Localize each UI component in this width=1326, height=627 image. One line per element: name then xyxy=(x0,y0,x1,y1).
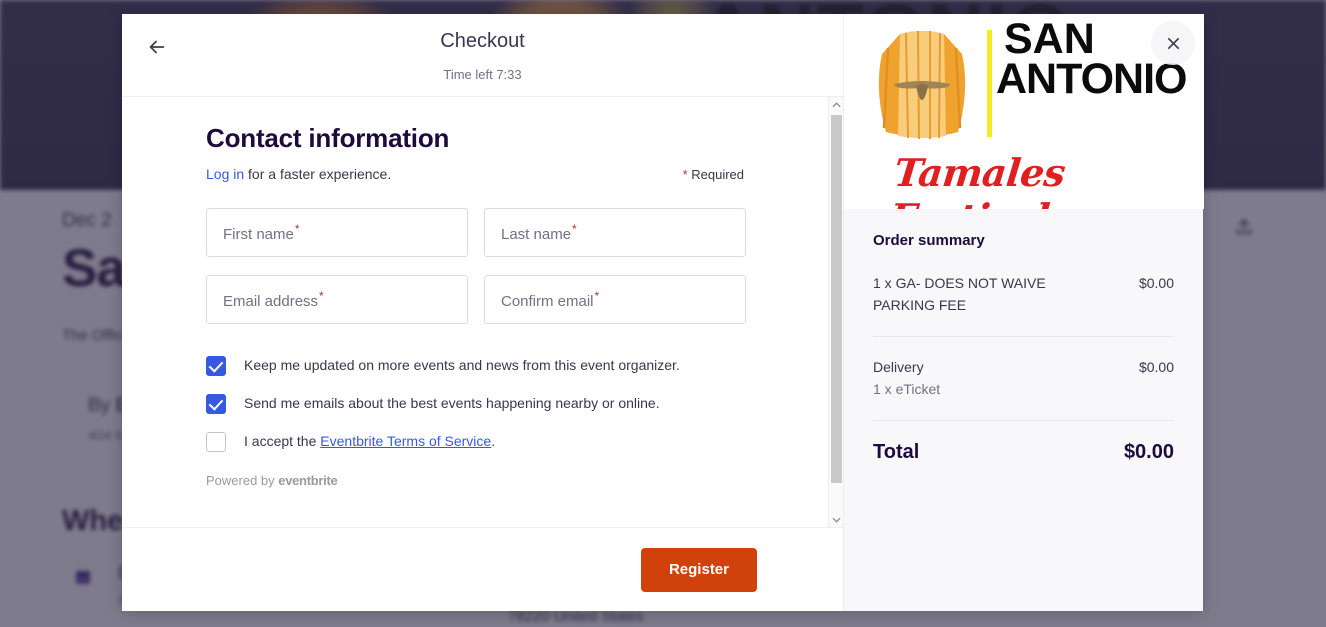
accept-terms-suffix: . xyxy=(491,433,495,449)
email-address-label: Email address* xyxy=(223,289,324,310)
confirm-email-input[interactable]: Confirm email* xyxy=(484,275,746,324)
first-name-input[interactable]: First name* xyxy=(206,208,468,257)
eventbrite-wordmark: eventbrite xyxy=(278,473,337,488)
send-me-emails-label: Send me emails about the best events hap… xyxy=(244,393,660,413)
delivery-line-price: $0.00 xyxy=(1139,356,1174,378)
order-summary: Order summary 1 x GA- DOES NOT WAIVE PAR… xyxy=(844,209,1203,464)
close-modal-button[interactable] xyxy=(1151,21,1195,65)
modal-header: Checkout Time left 7:33 xyxy=(122,14,843,97)
order-summary-ticket-row: 1 x GA- DOES NOT WAIVE PARKING FEE $0.00 xyxy=(873,272,1174,337)
scrollbar-up-arrow[interactable] xyxy=(829,97,844,112)
checkbox-row-send-me-emails: Send me emails about the best events hap… xyxy=(206,393,744,414)
email-address-input[interactable]: Email address* xyxy=(206,275,468,324)
keep-me-updated-label: Keep me updated on more events and news … xyxy=(244,355,680,375)
page-root: ANTONIO Dec 2 Sa The Officia By El 404 f… xyxy=(0,0,1326,627)
log-in-link[interactable]: Log in xyxy=(206,166,244,182)
total-value: $0.00 xyxy=(1124,441,1174,464)
terms-of-service-link[interactable]: Eventbrite Terms of Service xyxy=(320,433,491,449)
checkout-modal: Checkout Time left 7:33 Contact informat… xyxy=(122,14,1203,611)
accept-terms-checkbox[interactable] xyxy=(206,432,226,452)
keep-me-updated-checkbox[interactable] xyxy=(206,356,226,376)
last-name-label: Last name* xyxy=(501,222,577,243)
delivery-line-label: Delivery xyxy=(873,356,924,378)
accept-terms-label: I accept the Eventbrite Terms of Service… xyxy=(244,431,495,451)
delivery-line-sublabel: 1 x eTicket xyxy=(873,378,940,400)
contact-fields-grid: First name* Last name* Email address* Co… xyxy=(206,208,744,324)
register-button[interactable]: Register xyxy=(641,548,757,592)
order-summary-pane: SAN ANTONIO Tamales Festival Order summa… xyxy=(843,14,1203,611)
modal-title: Checkout xyxy=(122,30,843,53)
section-title-contact-information: Contact information xyxy=(206,123,744,154)
send-me-emails-checkbox[interactable] xyxy=(206,394,226,414)
chevron-down-icon xyxy=(832,517,841,523)
order-summary-heading: Order summary xyxy=(873,232,1174,249)
banner-text-antonio: ANTONIO xyxy=(996,57,1187,101)
modal-body: Contact information Log in for a faster … xyxy=(122,97,828,527)
required-note: * Required xyxy=(683,167,744,182)
scrollbar-thumb[interactable] xyxy=(831,115,842,483)
order-summary-delivery-row: Delivery $0.00 1 x eTicket xyxy=(873,337,1174,421)
scrollbar-down-arrow[interactable] xyxy=(829,512,844,527)
required-note-text: Required xyxy=(688,167,744,182)
login-prompt-suffix: for a faster experience. xyxy=(244,166,391,182)
modal-footer: Register xyxy=(122,527,843,611)
first-name-label: First name* xyxy=(223,222,300,243)
tamal-husk-icon xyxy=(866,28,978,146)
form-subline: Log in for a faster experience. * Requir… xyxy=(206,166,744,182)
accept-terms-prefix: I accept the xyxy=(244,433,320,449)
total-label: Total xyxy=(873,441,919,464)
checkbox-row-accept-terms: I accept the Eventbrite Terms of Service… xyxy=(206,431,744,452)
ticket-line-price: $0.00 xyxy=(1139,272,1174,294)
powered-by-prefix: Powered by xyxy=(206,473,278,488)
close-icon xyxy=(1166,36,1181,51)
powered-by-eventbrite: Powered by eventbrite xyxy=(206,473,744,488)
ticket-line-label: 1 x GA- DOES NOT WAIVE PARKING FEE xyxy=(873,272,1088,316)
checkout-form-pane: Checkout Time left 7:33 Contact informat… xyxy=(122,14,843,611)
banner-text-tamales-festival: Tamales Festival xyxy=(887,150,1204,209)
modal-scroll-wrap: Contact information Log in for a faster … xyxy=(122,97,843,527)
login-prompt: Log in for a faster experience. xyxy=(206,166,391,182)
last-name-input[interactable]: Last name* xyxy=(484,208,746,257)
consent-checkbox-group: Keep me updated on more events and news … xyxy=(206,355,744,452)
banner-yellow-divider xyxy=(987,30,992,137)
modal-scrollbar[interactable] xyxy=(828,97,843,527)
event-banner-image: SAN ANTONIO Tamales Festival xyxy=(844,14,1204,209)
order-summary-total-row: Total $0.00 xyxy=(873,421,1174,464)
checkbox-row-keep-me-updated: Keep me updated on more events and news … xyxy=(206,355,744,376)
checkout-timer: Time left 7:33 xyxy=(122,67,843,82)
chevron-up-icon xyxy=(832,102,841,108)
confirm-email-label: Confirm email* xyxy=(501,289,599,310)
